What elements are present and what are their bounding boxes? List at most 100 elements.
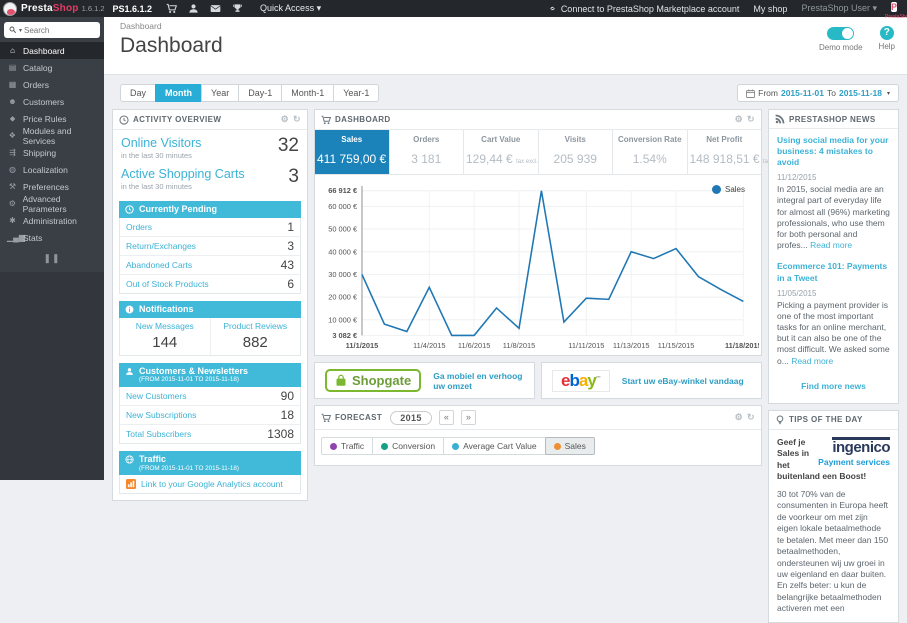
- forecast-legend-conversion[interactable]: Conversion: [372, 437, 445, 455]
- customers-newsletters-header: Customers & Newsletters (FROM 2015-11-01 …: [119, 362, 301, 387]
- main-content: Dashboard Dashboard Demo mode ? Help Day…: [104, 17, 907, 623]
- gear-icon[interactable]: ⚙: [735, 412, 743, 423]
- kpi-sales[interactable]: Sales 411 759,00 € tax excl.: [315, 130, 412, 174]
- globe-icon: [125, 455, 134, 464]
- range-year-button[interactable]: Year: [201, 84, 240, 102]
- online-visitors-link[interactable]: Online Visitors: [121, 136, 299, 150]
- ebay-promo-card[interactable]: ebay™ Start uw eBay-winkel vandaag: [541, 362, 762, 399]
- sidebar-item-dashboard[interactable]: ⌂ Dashboard: [0, 42, 104, 59]
- average-cart-value-dot: [452, 442, 460, 450]
- refresh-icon[interactable]: ↻: [293, 114, 301, 125]
- sidebar-item-stats[interactable]: ▁▄▆ Stats: [0, 229, 104, 246]
- prestashop-news-panel: PrestaShop News Using social media for y…: [768, 109, 899, 404]
- pending-row-out-of-stock[interactable]: Out of Stock Products 6: [120, 275, 300, 293]
- sidebar-item-advanced-parameters[interactable]: ⚙ Advanced Parameters: [0, 194, 104, 214]
- read-more-link[interactable]: Read more: [791, 356, 833, 366]
- my-shop-link[interactable]: My shop: [753, 4, 787, 14]
- date-range-picker[interactable]: From 2015-11-01 To 2015-11-18 ▾: [737, 84, 899, 102]
- demo-mode-toggle[interactable]: [827, 27, 855, 40]
- sidebar-item-customers[interactable]: ☻ Customers: [0, 93, 104, 110]
- svg-text:11/18/2015: 11/18/2015: [725, 341, 759, 350]
- sidebar-item-modules[interactable]: ❖ Modules and Services: [0, 126, 104, 146]
- news-article-title[interactable]: Using social media for your business: 4 …: [777, 135, 890, 168]
- promo-row: Shopgate Ga mobiel en verhoog uw omzet e…: [314, 362, 762, 399]
- forecast-legend-sales[interactable]: Sales: [544, 437, 595, 455]
- conversion-dot: [381, 442, 389, 450]
- sidebar-collapse-button[interactable]: ❚❚: [0, 253, 104, 264]
- read-more-link[interactable]: Read more: [810, 240, 852, 250]
- dashboard-panel-title: Dashboard: [335, 115, 391, 124]
- search-scope-caret[interactable]: ▾: [19, 27, 22, 34]
- sidebar-item-price-rules[interactable]: ⬥ Price Rules: [0, 110, 104, 127]
- new-messages-stat[interactable]: New Messages 144: [120, 318, 210, 355]
- customers-row-new-customers[interactable]: New Customers 90: [120, 387, 300, 406]
- google-analytics-icon: [126, 479, 136, 490]
- sidebar-item-preferences[interactable]: ⚒ Preferences: [0, 178, 104, 195]
- sidebar-item-orders[interactable]: ▦ Orders: [0, 76, 104, 93]
- product-reviews-stat[interactable]: Product Reviews 882: [209, 317, 301, 355]
- marketplace-connect-link[interactable]: Connect to PrestaShop Marketplace accoun…: [548, 4, 739, 14]
- globe-icon: ◍: [9, 165, 16, 174]
- pending-row-orders[interactable]: Orders 1: [120, 218, 300, 237]
- range-year-1-button[interactable]: Year-1: [333, 84, 380, 102]
- ebay-promo-link[interactable]: Start uw eBay-winkel vandaag: [622, 376, 744, 386]
- sidebar-item-localization[interactable]: ◍ Localization: [0, 161, 104, 178]
- user-menu[interactable]: PrestaShop User ▾: [801, 3, 877, 14]
- user-avatar[interactable]: P PrestaShop: [885, 1, 907, 20]
- forecast-prev-button[interactable]: «: [438, 410, 454, 425]
- sidebar: ▾ ⌂Dashboard ▤Catalog ▦Orders ☻Customers…: [0, 17, 104, 480]
- chart-legend[interactable]: Sales: [711, 185, 745, 194]
- range-day-1-button[interactable]: Day-1: [238, 84, 283, 102]
- clock-icon: [119, 114, 129, 125]
- search-input[interactable]: [24, 25, 83, 35]
- shop-version: PS1.6.1.2: [112, 3, 153, 14]
- refresh-icon[interactable]: ↻: [747, 114, 755, 125]
- news-article-title[interactable]: Ecommerce 101: Payments in a Tweet: [777, 261, 890, 283]
- gear-icon[interactable]: ⚙: [735, 114, 743, 125]
- forecast-legend-average-cart-value[interactable]: Average Cart Value: [443, 437, 546, 455]
- sidebar-item-administration[interactable]: ✱ Administration: [0, 212, 104, 229]
- svg-text:11/13/2015: 11/13/2015: [613, 341, 650, 350]
- customers-row-total-subscribers[interactable]: Total Subscribers 1308: [120, 425, 300, 443]
- kpi-cart-value[interactable]: Cart Value 129,44 € tax excl.: [463, 130, 538, 174]
- google-analytics-link-row[interactable]: Link to your Google Analytics account: [119, 475, 301, 495]
- tips-panel-title: Tips of the day: [789, 415, 863, 425]
- refresh-icon[interactable]: ↻: [747, 412, 755, 423]
- svg-text:10 000 €: 10 000 €: [328, 315, 358, 324]
- forecast-next-button[interactable]: »: [460, 410, 476, 425]
- kpi-visits[interactable]: Visits 205 939: [537, 130, 613, 174]
- envelope-icon[interactable]: [210, 3, 221, 14]
- breadcrumb[interactable]: Dashboard: [120, 21, 907, 31]
- trophy-icon[interactable]: [232, 3, 243, 14]
- sidebar-search[interactable]: ▾: [4, 22, 100, 38]
- forecast-legend-traffic[interactable]: Traffic: [321, 437, 374, 455]
- svg-text:20 000 €: 20 000 €: [328, 293, 358, 302]
- user-icon[interactable]: [188, 3, 199, 14]
- tip-content: ingenico Payment services Geef je Sales …: [769, 430, 898, 622]
- person-icon: [126, 367, 133, 375]
- help-control: ? Help: [879, 26, 895, 52]
- sidebar-item-shipping[interactable]: ⇶ Shipping: [0, 144, 104, 161]
- help-icon[interactable]: ?: [879, 26, 894, 40]
- sidebar-item-catalog[interactable]: ▤ Catalog: [0, 59, 104, 76]
- gear-icon[interactable]: ⚙: [281, 114, 289, 125]
- svg-text:66 912 €: 66 912 €: [328, 186, 357, 195]
- range-day-button[interactable]: Day: [120, 84, 157, 102]
- pending-row-returns[interactable]: Return/Exchanges 3: [120, 237, 300, 256]
- kpi-orders[interactable]: Orders 3 181: [388, 130, 464, 174]
- shopgate-promo-link[interactable]: Ga mobiel en verhoog uw omzet: [433, 371, 524, 391]
- customers-row-new-subscriptions[interactable]: New Subscriptions 18: [120, 406, 300, 425]
- quick-access-menu[interactable]: Quick Access ▾: [260, 3, 321, 14]
- pending-row-abandoned-carts[interactable]: Abandoned Carts 43: [120, 256, 300, 275]
- find-more-news-link[interactable]: Find more news: [769, 371, 898, 403]
- forecast-year[interactable]: 2015: [390, 410, 432, 425]
- range-month-1-button[interactable]: Month-1: [281, 84, 335, 102]
- shopgate-promo-card[interactable]: Shopgate Ga mobiel en verhoog uw omzet: [314, 362, 535, 399]
- range-month-button[interactable]: Month: [155, 84, 203, 102]
- cart-icon[interactable]: [166, 3, 178, 14]
- kpi-net-profit[interactable]: Net Profit148 918,51 € tax excl.: [686, 130, 785, 174]
- kpi-row: Sales 411 759,00 € tax excl. Orders 3 181 …: [315, 130, 785, 175]
- svg-text:11/8/2015: 11/8/2015: [503, 341, 535, 350]
- active-carts-link[interactable]: Active Shopping Carts: [121, 167, 299, 181]
- kpi-conversion-rate[interactable]: Conversion Rate 1.54%: [612, 130, 687, 174]
